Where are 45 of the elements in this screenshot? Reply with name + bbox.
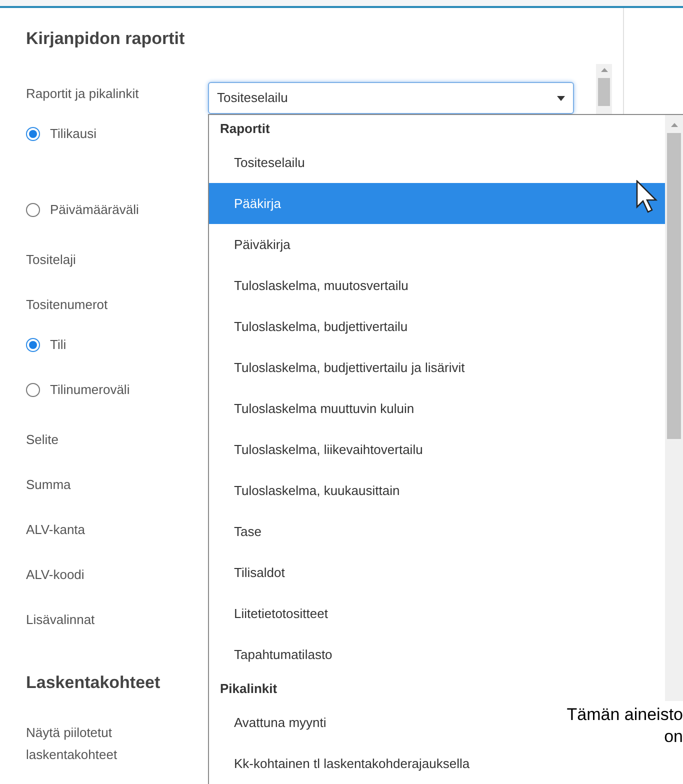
radio-button[interactable] (26, 203, 40, 217)
group-header: Raportit (219, 120, 270, 138)
radio-button[interactable] (26, 127, 40, 141)
field-label: Selite (26, 431, 59, 449)
dropdown-option[interactable]: Tuloslaskelma, budjettivertailu (209, 306, 408, 347)
dropdown-option[interactable]: Tuloslaskelma, liikevaihtovertailu (209, 429, 423, 470)
radio-label: Tilinumeroväli (50, 383, 130, 397)
field-label: ALV-kanta (26, 521, 86, 539)
field-label: Summa (26, 476, 71, 494)
dropdown-option[interactable]: Tapahtumatilasto (209, 634, 332, 675)
page-scrollbar[interactable] (596, 64, 612, 114)
dropdown-option[interactable]: Tase (209, 511, 262, 552)
dropdown-option[interactable]: Avattuna myynti (209, 702, 326, 743)
notice-text: Tämän aineisto (566, 704, 683, 726)
mouse-pointer-icon (636, 180, 658, 214)
dropdown-option[interactable]: Tilisaldot (209, 552, 285, 593)
dropdown-option[interactable]: Tuloslaskelma, budjettivertailu ja lisärivit (209, 347, 465, 388)
dropdown-scrollbar[interactable] (665, 115, 683, 701)
group-header: Pikalinkit (219, 680, 278, 698)
report-select[interactable]: Tositeselailu (208, 82, 574, 114)
scroll-up-icon[interactable] (670, 123, 678, 127)
field-label: Lisävalinnat (26, 611, 95, 629)
field-label: Näytä piilotetut laskentakohteet (26, 724, 118, 764)
radio-label: Tili (50, 338, 66, 352)
radio-button[interactable] (26, 383, 40, 397)
caret-icon (557, 96, 565, 100)
section-title: Kirjanpidon raportit (26, 28, 185, 50)
dropdown-option[interactable]: Liitetietotositteet (209, 593, 328, 634)
field-label: ALV-koodi (26, 566, 84, 584)
dropdown-option[interactable]: Tuloslaskelma, kuukausittain (209, 470, 400, 511)
dropdown-option[interactable]: Kk-kohtainen tl laskentakohderajauksella (209, 743, 470, 784)
scroll-up-icon[interactable] (600, 68, 608, 72)
radio-label: Tilikausi (50, 127, 96, 141)
field-label: Raportit ja pikalinkit (26, 85, 139, 103)
dropdown-option[interactable]: Tositeselailu (209, 142, 305, 183)
dropdown-option[interactable]: Päiväkirja (209, 224, 290, 265)
dropdown-option[interactable]: Pääkirja (209, 183, 665, 224)
radio-label: Päivämääräväli (50, 203, 139, 217)
notice-text: on (664, 726, 683, 748)
field-label: Tositenumerot (26, 296, 108, 314)
section-title: Laskentakohteet (26, 673, 160, 692)
dropdown-option[interactable]: Tuloslaskelma, muutosvertailu (209, 265, 408, 306)
dropdown-option[interactable]: Tuloslaskelma muuttuvin kuluin (209, 388, 414, 429)
radio-button[interactable] (26, 338, 40, 352)
field-label: Tositelaji (26, 251, 76, 269)
